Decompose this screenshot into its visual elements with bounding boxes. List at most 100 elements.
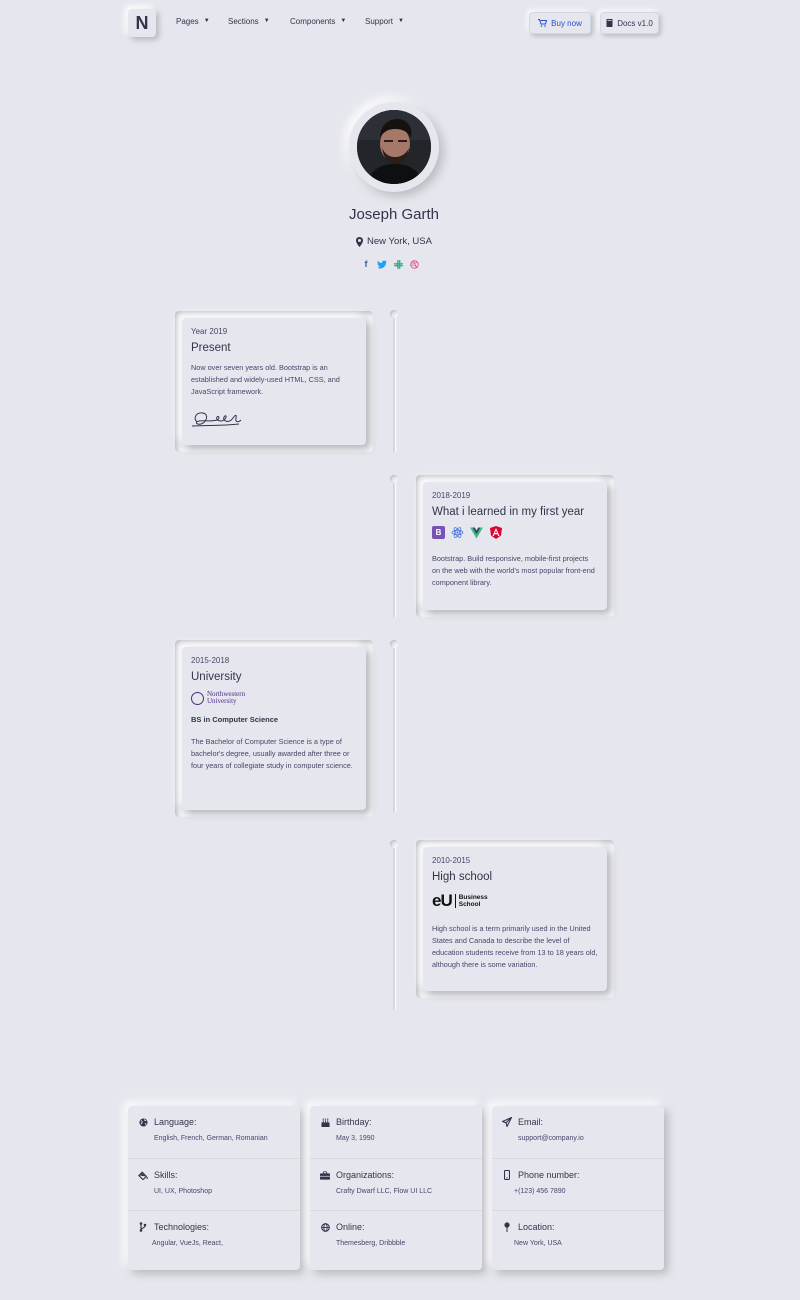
nav-item-sections[interactable]: Sections ▼ bbox=[228, 17, 290, 26]
nav-item-label: Support bbox=[365, 17, 394, 26]
timeline-title: High school bbox=[432, 871, 493, 883]
timeline-desc: Now over seven years old. Bootstrap is a… bbox=[191, 363, 340, 396]
navbar: N Pages ▼ Sections ▼ Components ▼ Suppor… bbox=[0, 0, 800, 46]
info-value: Crafty Dwarf LLC, Flow UI LLC bbox=[336, 1188, 433, 1195]
nav-item-components[interactable]: Components ▼ bbox=[290, 17, 365, 26]
buy-now-label: Buy now bbox=[551, 18, 582, 28]
timeline-year: 2018-2019 bbox=[432, 491, 471, 500]
info-row-birthday: Birthday: May 3, 1990 bbox=[310, 1106, 482, 1158]
signature-image bbox=[191, 408, 357, 435]
info-row-email: Email: support@company.io bbox=[492, 1106, 664, 1158]
timeline-dot bbox=[390, 640, 398, 648]
info-label: Organizations: bbox=[336, 1170, 395, 1180]
timeline-dot bbox=[390, 475, 398, 483]
info-label: Language: bbox=[154, 1117, 197, 1127]
timeline-card-present: Year 2019 Present Now over seven years o… bbox=[175, 311, 373, 452]
timeline-desc: High school is a term primarily used in … bbox=[432, 924, 598, 969]
chevron-down-icon: ▼ bbox=[203, 17, 210, 24]
profile-name: Joseph Garth bbox=[348, 206, 440, 223]
info-value[interactable]: support@company.io bbox=[502, 1135, 664, 1142]
cart-icon bbox=[538, 19, 548, 27]
timeline-line bbox=[393, 648, 395, 812]
info-value: UI, UX, Photoshop bbox=[154, 1188, 212, 1195]
docs-label: Docs v1.0 bbox=[617, 18, 653, 28]
map-pin-icon bbox=[502, 1222, 512, 1232]
nav-item-support[interactable]: Support ▼ bbox=[365, 17, 415, 26]
info-row-organizations: Organizations: Crafty Dwarf LLC, Flow UI… bbox=[310, 1158, 482, 1210]
info-label: Skills: bbox=[154, 1170, 178, 1180]
globe-icon bbox=[138, 1117, 148, 1127]
logo-line-2: School bbox=[458, 901, 481, 908]
info-value: Angular, VueJs, React, bbox=[152, 1240, 223, 1247]
code-branch-icon bbox=[138, 1222, 148, 1232]
timeline-card-high-school: 2010-2015 High school eU Business School… bbox=[416, 840, 614, 998]
timeline-title: Present bbox=[191, 342, 231, 354]
info-row-location: Location: New York, USA bbox=[492, 1210, 664, 1262]
info-row-online: Online: Themesberg, Dribbble bbox=[310, 1210, 482, 1262]
info-card-work: Birthday: May 3, 1990 Organizations: Cra… bbox=[310, 1106, 482, 1270]
logo-divider bbox=[454, 894, 456, 908]
dribbble-icon[interactable] bbox=[409, 259, 419, 269]
profile-location: New York, USA bbox=[0, 236, 788, 247]
business-school-logo: eU Business School bbox=[432, 891, 598, 911]
twitter-icon[interactable] bbox=[377, 259, 387, 269]
info-label: Technologies: bbox=[154, 1222, 210, 1232]
timeline-card-first-year: 2018-2019 What i learned in my first yea… bbox=[416, 475, 614, 617]
nav-menu: Pages ▼ Sections ▼ Components ▼ Support … bbox=[176, 17, 415, 26]
timeline-card-body: Year 2019 Present Now over seven years o… bbox=[182, 318, 366, 445]
info-label: Birthday: bbox=[336, 1117, 372, 1127]
chevron-down-icon: ▼ bbox=[398, 17, 404, 24]
timeline-title: University bbox=[191, 671, 242, 683]
info-row-technologies: Technologies: Angular, VueJs, React, bbox=[128, 1210, 300, 1262]
info-value: +(123) 456 7890 bbox=[514, 1188, 566, 1195]
info-label: Email: bbox=[518, 1117, 544, 1127]
tech-icons: B bbox=[432, 526, 598, 539]
timeline-year: Year 2019 bbox=[191, 327, 228, 336]
nav-item-label: Pages bbox=[176, 17, 199, 26]
avatar bbox=[357, 110, 431, 184]
timeline-title: What i learned in my first year bbox=[432, 506, 585, 518]
react-icon bbox=[451, 526, 464, 539]
info-label: Online: bbox=[336, 1222, 365, 1232]
social-links: f bbox=[361, 259, 419, 269]
northwestern-logo: Northwestern University bbox=[191, 691, 357, 705]
vue-icon bbox=[470, 526, 483, 539]
info-value: May 3, 1990 bbox=[336, 1135, 375, 1142]
timeline-dot bbox=[390, 310, 398, 318]
nav-item-label: Sections bbox=[228, 17, 259, 26]
nav-item-pages[interactable]: Pages ▼ bbox=[176, 17, 228, 26]
facebook-icon[interactable]: f bbox=[361, 259, 371, 269]
timeline-card-body: 2010-2015 High school eU Business School… bbox=[423, 847, 607, 991]
nav-item-label: Components bbox=[290, 17, 336, 26]
cake-icon bbox=[320, 1117, 330, 1127]
info-label: Phone number: bbox=[518, 1170, 580, 1180]
timeline-year: 2010-2015 bbox=[432, 856, 471, 865]
timeline-card-university: 2015-2018 University Northwestern Univer… bbox=[175, 640, 373, 817]
profile-location-text: New York, USA bbox=[367, 236, 432, 247]
chevron-down-icon: ▼ bbox=[263, 17, 270, 24]
angular-icon bbox=[489, 526, 502, 539]
info-row-phone: Phone number: +(123) 456 7890 bbox=[492, 1158, 664, 1210]
globe-icon bbox=[320, 1222, 330, 1232]
docs-button[interactable]: Docs v1.0 bbox=[600, 12, 659, 34]
info-value: English, French, German, Romanian bbox=[154, 1135, 268, 1142]
timeline-card-body: 2018-2019 What i learned in my first yea… bbox=[423, 482, 607, 610]
avatar-frame bbox=[349, 102, 439, 192]
info-row-skills: Skills: UI, UX, Photoshop bbox=[128, 1158, 300, 1210]
timeline-desc: Bootstrap. Build responsive, mobile-firs… bbox=[432, 554, 595, 587]
info-card-personal: Language: English, French, German, Roman… bbox=[128, 1106, 300, 1270]
slack-icon[interactable] bbox=[393, 259, 403, 269]
timeline-dot bbox=[390, 840, 398, 848]
brand-logo[interactable]: N bbox=[128, 9, 156, 37]
logo-mark: eU bbox=[432, 891, 453, 910]
briefcase-icon bbox=[320, 1170, 330, 1180]
logo-line-2: University bbox=[207, 697, 237, 705]
buy-now-button[interactable]: Buy now bbox=[529, 12, 591, 34]
timeline-line bbox=[393, 483, 395, 617]
info-row-language: Language: English, French, German, Roman… bbox=[128, 1106, 300, 1158]
timeline-line bbox=[393, 318, 395, 452]
degree-title: BS in Computer Science bbox=[191, 715, 279, 724]
info-value: Themesberg, Dribbble bbox=[336, 1240, 406, 1247]
timeline-desc: The Bachelor of Computer Science is a ty… bbox=[191, 737, 353, 770]
book-icon bbox=[606, 19, 613, 27]
